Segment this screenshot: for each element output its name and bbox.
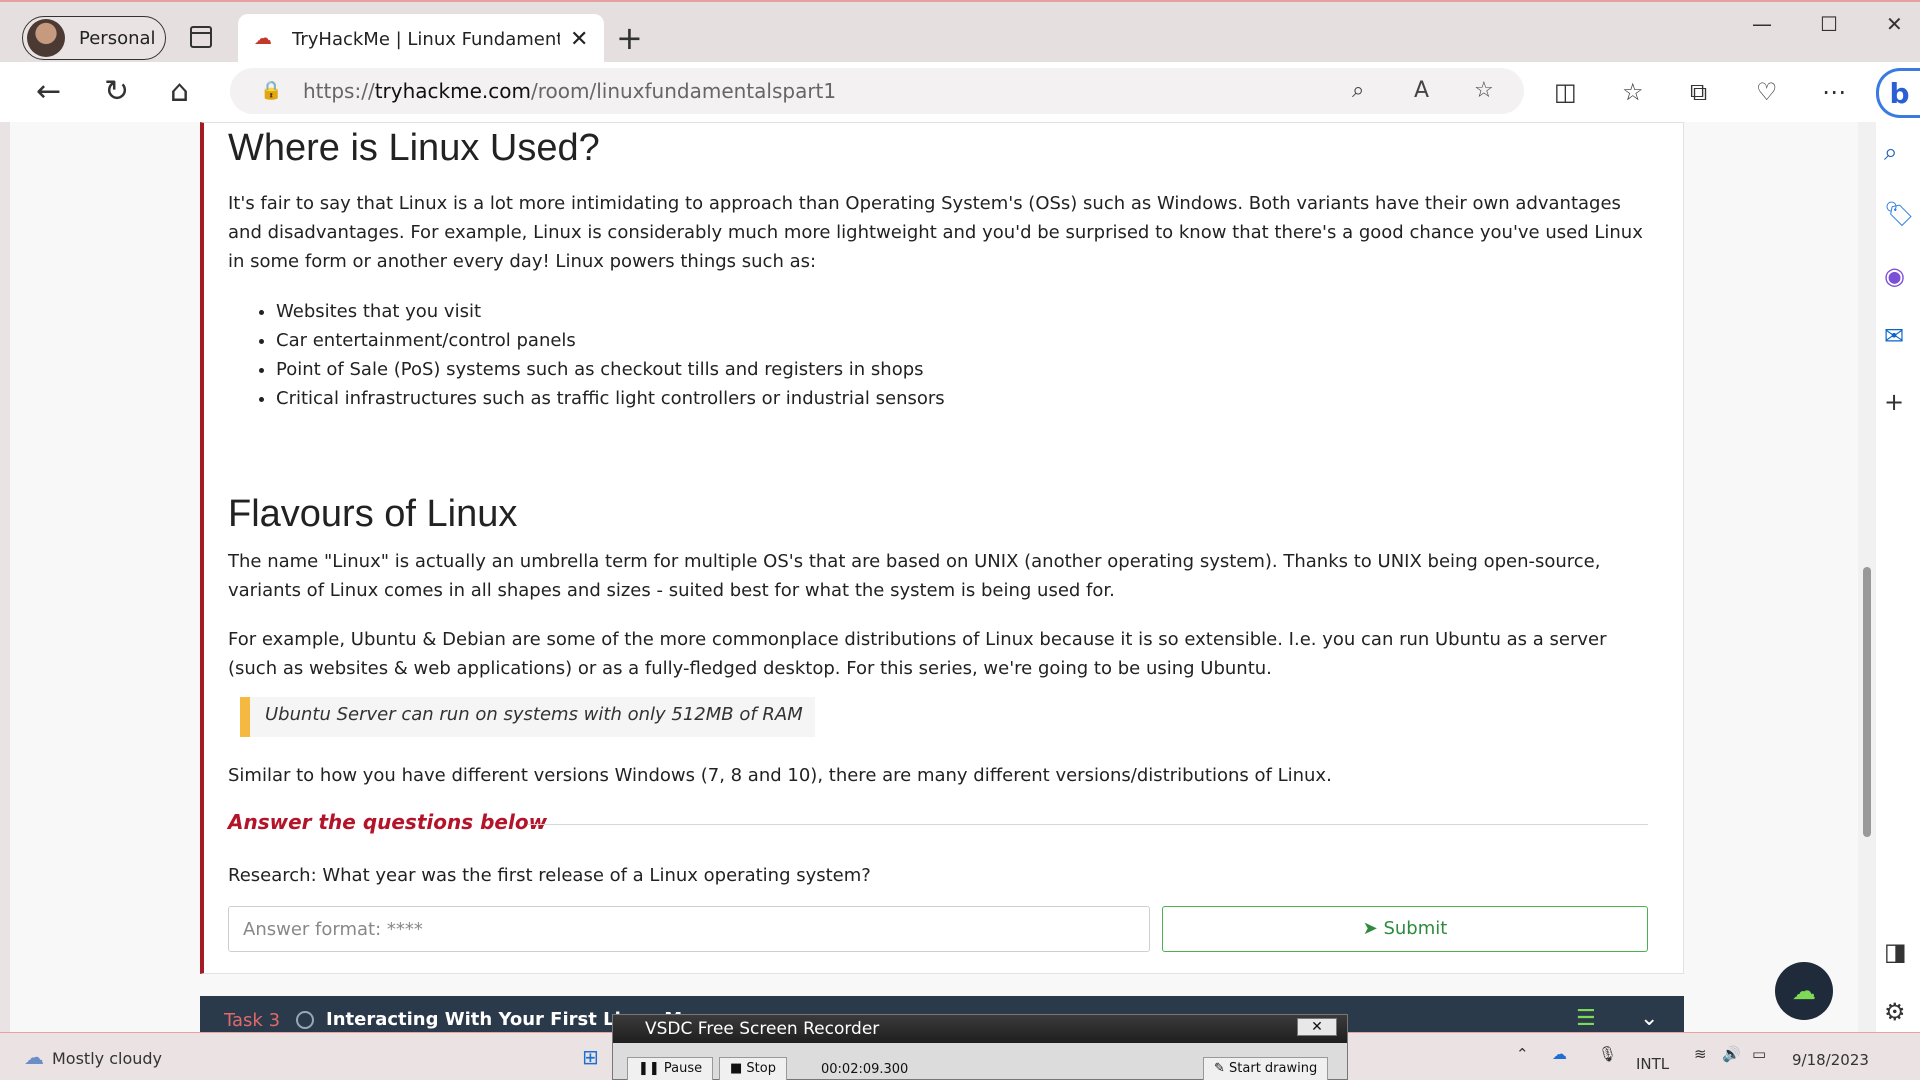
collections-icon[interactable]: ⧉	[1690, 78, 1707, 106]
bing-chat-icon[interactable]: b	[1876, 68, 1920, 118]
split-screen-icon[interactable]: ◫	[1554, 78, 1577, 106]
chevron-down-icon[interactable]: ⌄	[1640, 1006, 1658, 1031]
favorites-icon[interactable]: ☆	[1622, 78, 1644, 106]
sidebar-toggle-icon[interactable]: ◨	[1884, 938, 1907, 966]
tray-chevron-icon[interactable]: ⌃	[1516, 1045, 1529, 1063]
task-content-card: Where is Linux Used? It's fair to say th…	[200, 122, 1684, 974]
tab-tryhackme[interactable]: ☁ TryHackMe | Linux Fundamentals ✕	[238, 14, 604, 64]
answer-input[interactable]: Answer format: ****	[228, 906, 1150, 952]
new-tab-icon[interactable]: +	[616, 22, 643, 54]
paragraph-flavours-1: The name "Linux" is actually an umbrella…	[228, 551, 1601, 601]
office-icon[interactable]: ◉	[1884, 262, 1905, 290]
add-sidebar-app-icon[interactable]: +	[1884, 388, 1904, 416]
read-aloud-icon[interactable]: A	[1414, 78, 1429, 103]
window-close-icon[interactable]: ✕	[1886, 12, 1903, 36]
maximize-icon[interactable]: ☐	[1820, 12, 1838, 36]
onedrive-icon[interactable]: ☁	[1552, 1045, 1567, 1063]
blockquote: Ubuntu Server can run on systems with on…	[240, 697, 815, 737]
paragraph-flavours-3: Similar to how you have different versio…	[228, 765, 1332, 786]
zoom-icon[interactable]: ⌕	[1352, 78, 1364, 103]
volume-icon[interactable]: 🔊	[1722, 1045, 1741, 1063]
send-icon: ➤	[1362, 918, 1384, 939]
address-bar[interactable]: 🔒 https://tryhackme.com/room/linuxfundam…	[230, 68, 1524, 114]
task-status-icon	[296, 1011, 314, 1029]
recorder-draw-button[interactable]: ✎ Start drawing	[1203, 1057, 1329, 1080]
tab-title: TryHackMe | Linux Fundamentals	[292, 28, 560, 50]
weather-widget[interactable]: ☁ Mostly cloudy	[24, 1045, 162, 1069]
shopping-tag-icon[interactable]: 🏷	[1884, 200, 1914, 228]
browser-essentials-icon[interactable]: ♡	[1756, 78, 1778, 106]
screen-recorder-window: VSDC Free Screen Recorder ✕ ❚❚ Pause ■ S…	[612, 1014, 1348, 1080]
browser-titlebar: Personal ☁ TryHackMe | Linux Fundamental…	[0, 0, 1920, 64]
recorder-stop-button[interactable]: ■ Stop	[719, 1057, 787, 1080]
heading-where-used: Where is Linux Used?	[228, 127, 600, 169]
recorder-close-icon[interactable]: ✕	[1297, 1018, 1337, 1036]
start-icon[interactable]: ⊞	[582, 1045, 599, 1069]
lock-icon[interactable]: 🔒	[260, 80, 282, 101]
sidebar-settings-gear-icon[interactable]: ⚙	[1884, 998, 1906, 1026]
list-item: Point of Sale (PoS) systems such as chec…	[276, 355, 945, 384]
heading-flavours: Flavours of Linux	[228, 493, 518, 535]
scrollbar-thumb[interactable]	[1863, 567, 1871, 837]
task-list-icon[interactable]: ☰	[1576, 1006, 1596, 1031]
tab-actions-icon[interactable]	[190, 26, 212, 48]
paragraph-flavours-2: For example, Ubuntu & Debian are some of…	[228, 629, 1607, 679]
page-viewport: Where is Linux Used? It's fair to say th…	[10, 122, 1860, 1032]
search-icon[interactable]: ⌕	[1884, 138, 1897, 166]
battery-icon[interactable]: ▭	[1752, 1045, 1766, 1063]
task-number: Task 3	[224, 1010, 281, 1031]
wifi-icon[interactable]: ≋	[1694, 1045, 1707, 1063]
page-scrollbar[interactable]	[1858, 122, 1876, 1032]
cloud-icon: ☁	[24, 1045, 44, 1069]
back-icon[interactable]: ←	[36, 74, 61, 110]
url-text[interactable]: https://tryhackme.com/room/linuxfundamen…	[303, 79, 836, 103]
list-item: Car entertainment/control panels	[276, 326, 945, 355]
profile-label: Personal	[79, 27, 156, 49]
more-options-icon[interactable]: ⋯	[1822, 78, 1846, 106]
tryhackme-favicon-icon: ☁	[254, 28, 272, 49]
tab-close-icon[interactable]: ✕	[570, 27, 588, 52]
paragraph-where-used: It's fair to say that Linux is a lot mor…	[228, 193, 1643, 272]
refresh-icon[interactable]: ↻	[104, 74, 129, 110]
uses-list: Websites that you visit Car entertainmen…	[256, 297, 945, 413]
submit-button[interactable]: ➤ Submit	[1162, 906, 1648, 952]
home-icon[interactable]: ⌂	[170, 74, 189, 110]
answer-section-title: Answer the questions below	[228, 810, 548, 834]
answer-divider	[528, 824, 1648, 825]
profile-button[interactable]: Personal	[22, 16, 166, 60]
microphone-icon[interactable]: 🎙	[1598, 1045, 1617, 1063]
minimize-icon[interactable]: —	[1752, 12, 1772, 36]
recorder-title: VSDC Free Screen Recorder	[613, 1015, 1347, 1043]
recorder-pause-button[interactable]: ❚❚ Pause	[627, 1057, 714, 1080]
system-date[interactable]: 9/18/2023	[1792, 1051, 1869, 1069]
browser-toolbar: ← ↻ ⌂ 🔒 https://tryhackme.com/room/linux…	[0, 62, 1920, 122]
list-item: Websites that you visit	[276, 297, 945, 326]
chat-support-icon[interactable]: ☁	[1775, 962, 1833, 1020]
list-item: Critical infrastructures such as traffic…	[276, 384, 945, 413]
recorder-time: 00:02:09.300	[821, 1062, 909, 1077]
favorite-star-icon[interactable]: ☆	[1474, 78, 1494, 103]
question-text: Research: What year was the first releas…	[228, 865, 871, 886]
profile-avatar	[27, 19, 65, 57]
keyboard-layout[interactable]: INTL	[1636, 1055, 1669, 1073]
outlook-icon[interactable]: ✉	[1884, 322, 1904, 350]
